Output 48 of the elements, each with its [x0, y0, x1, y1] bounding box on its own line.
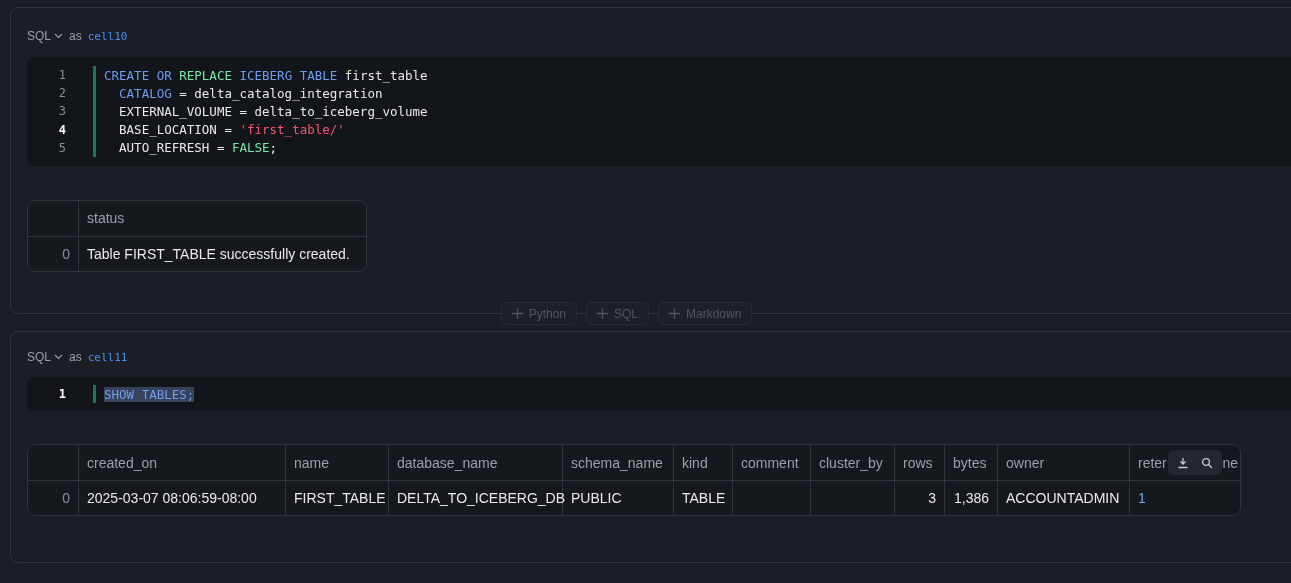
column-header-text: reter	[1138, 454, 1167, 471]
plus-icon	[511, 308, 523, 319]
table-cell: FIRST_TABLE	[286, 481, 389, 516]
table-cell-text: Table FIRST_TABLE successfully created.	[86, 244, 351, 264]
code-line: AUTO_REFRESH = FALSE;	[118, 140, 278, 156]
line-number: 1	[57, 387, 66, 402]
column-header[interactable]: cluster_by	[811, 445, 895, 482]
cell-name[interactable]: cell10	[87, 29, 128, 43]
table-cell: 1,386	[945, 481, 998, 516]
line-number: 3	[57, 104, 66, 119]
table-cell: 3	[895, 481, 945, 516]
row-index: 0	[28, 236, 79, 271]
language-selector[interactable]: SQL	[27, 350, 51, 364]
code-editor[interactable]: 1 CREATE OR REPLACE ICEBERG TABLE first_table 2 CATALOG = delta_catalog_integration 3 EXTERNAL_VOLUME = delta_to_iceberg_volume 4 BASE_LOCATION = 'first_table/' 5 AUTO_REFRESH = FALSE;	[27, 57, 1291, 166]
code-line: CATALOG = delta_catalog_integration	[118, 85, 383, 101]
column-header-text: ne	[1222, 454, 1238, 471]
column-header[interactable]: status	[79, 200, 366, 237]
column-header[interactable]: owner	[998, 445, 1130, 482]
table-cell: TABLE	[674, 481, 733, 516]
line-number: 5	[57, 140, 66, 155]
code-line: CREATE OR REPLACE ICEBERG TABLE first_table	[104, 67, 428, 83]
column-header[interactable]: kind	[674, 445, 733, 482]
chevron-down-icon[interactable]	[54, 33, 63, 39]
line-number: 4	[57, 122, 66, 137]
column-header[interactable]: created_on	[79, 445, 286, 482]
plus-icon	[597, 308, 608, 319]
row-index: 0	[28, 481, 79, 516]
cell-name[interactable]: cell11	[87, 350, 128, 364]
plus-icon	[669, 308, 680, 319]
column-header[interactable]: bytes	[945, 445, 998, 482]
column-header[interactable]: schema_name	[563, 445, 674, 482]
column-header[interactable]: name	[286, 445, 389, 482]
line-number: 2	[57, 86, 66, 101]
column-header[interactable]: comment	[733, 445, 811, 482]
as-label: as	[69, 29, 82, 43]
language-selector[interactable]: SQL	[27, 29, 51, 43]
table-cell: DELTA_TO_ICEBERG_DB	[389, 481, 563, 516]
table-cell: 2025-03-07 08:06:59-08:00	[79, 481, 286, 516]
table-cell: ACCOUNTADMIN	[998, 481, 1130, 516]
code-editor[interactable]: 1 SHOW TABLES;	[27, 377, 1291, 412]
as-label: as	[69, 350, 82, 364]
code-line: BASE_LOCATION = 'first_table/'	[118, 122, 345, 138]
table-cell-text: 1	[1137, 489, 1147, 509]
code-line: EXTERNAL_VOLUME = delta_to_iceberg_volume	[118, 103, 428, 119]
line-number: 1	[57, 68, 66, 83]
chevron-down-icon[interactable]	[54, 354, 63, 360]
column-header[interactable]: rows	[895, 445, 945, 482]
column-header[interactable]: database_name	[389, 445, 563, 482]
